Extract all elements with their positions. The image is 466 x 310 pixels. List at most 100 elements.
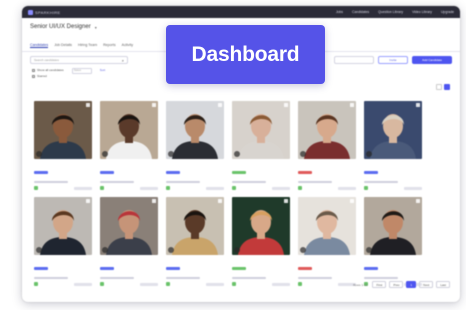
candidate-name[interactable] xyxy=(298,277,332,279)
candidate-photo[interactable] xyxy=(364,197,422,255)
review-link[interactable] xyxy=(206,186,224,190)
review-link[interactable] xyxy=(206,282,224,286)
candidate-photo[interactable] xyxy=(298,197,356,255)
candidate-card[interactable] xyxy=(100,101,158,190)
checkbox-icon[interactable] xyxy=(32,68,35,72)
candidate-card[interactable] xyxy=(298,101,356,190)
star-icon[interactable] xyxy=(284,103,288,107)
review-link[interactable] xyxy=(74,282,92,286)
review-link[interactable] xyxy=(140,186,158,190)
checkbox-icon[interactable] xyxy=(32,74,35,78)
candidate-name[interactable] xyxy=(34,181,68,183)
sort-link[interactable]: Sort xyxy=(100,68,106,72)
rating-icon xyxy=(232,282,236,286)
star-icon[interactable] xyxy=(218,103,222,107)
candidate-card[interactable] xyxy=(34,197,92,286)
filter-starred[interactable]: Starred xyxy=(32,74,64,78)
candidate-photo[interactable] xyxy=(166,197,224,255)
star-icon[interactable] xyxy=(152,199,156,203)
chevron-down-icon[interactable]: ▾ xyxy=(95,25,97,30)
top-nav-jobs[interactable]: Jobs xyxy=(336,10,343,14)
candidate-photo[interactable] xyxy=(100,101,158,159)
rating-icon xyxy=(34,282,38,286)
video-badge-icon xyxy=(300,151,306,157)
candidate-card[interactable] xyxy=(166,101,224,190)
candidate-name[interactable] xyxy=(232,181,266,183)
candidate-card[interactable] xyxy=(100,197,158,286)
candidate-photo[interactable] xyxy=(34,101,92,159)
pagination-label: Rows 1-12 xyxy=(353,282,368,287)
filter-show-all[interactable]: Show all candidates xyxy=(32,68,64,72)
list-view-icon[interactable] xyxy=(436,84,442,90)
status-badge xyxy=(298,267,312,270)
star-icon[interactable] xyxy=(350,199,354,203)
grid-view-icon[interactable] xyxy=(444,84,450,90)
star-icon[interactable] xyxy=(416,199,420,203)
candidate-meta xyxy=(232,161,290,190)
candidate-card[interactable] xyxy=(364,197,422,286)
filter-select[interactable] xyxy=(334,56,374,64)
candidate-name[interactable] xyxy=(364,277,398,279)
review-link[interactable] xyxy=(74,186,92,190)
candidate-card[interactable] xyxy=(232,197,290,286)
top-nav-question-library[interactable]: Question Library xyxy=(378,10,403,14)
invite-button[interactable]: Invite xyxy=(378,56,408,64)
tab-reports[interactable]: Reports xyxy=(103,43,116,48)
candidate-photo[interactable] xyxy=(232,197,290,255)
top-nav-candidates[interactable]: Candidates xyxy=(352,10,369,14)
review-link[interactable] xyxy=(338,186,356,190)
candidate-name[interactable] xyxy=(100,277,134,279)
status-badge xyxy=(298,171,312,174)
tab-activity[interactable]: Activity xyxy=(122,43,133,48)
last-page-button[interactable]: Last xyxy=(436,281,450,288)
next-page-button[interactable]: Next xyxy=(419,281,434,288)
candidate-card[interactable] xyxy=(166,197,224,286)
candidate-card[interactable] xyxy=(34,101,92,190)
star-icon[interactable] xyxy=(152,103,156,107)
star-icon[interactable] xyxy=(350,103,354,107)
candidate-actions xyxy=(166,282,224,286)
video-badge-icon xyxy=(366,151,372,157)
star-icon[interactable] xyxy=(218,199,222,203)
candidate-name[interactable] xyxy=(166,277,200,279)
search-input[interactable]: Search candidates ⌕ xyxy=(30,56,128,64)
top-nav-upgrade[interactable]: Upgrade xyxy=(441,10,454,14)
candidate-card[interactable] xyxy=(298,197,356,286)
logo[interactable]: SPARKHIRE xyxy=(28,9,61,15)
tab-candidates[interactable]: Candidates xyxy=(30,43,49,48)
candidate-name[interactable] xyxy=(166,181,200,183)
candidate-photo[interactable] xyxy=(166,101,224,159)
tab-job-details[interactable]: Job Details xyxy=(54,43,72,48)
review-link[interactable] xyxy=(404,186,422,190)
review-link[interactable] xyxy=(272,186,290,190)
star-icon[interactable] xyxy=(86,103,90,107)
candidate-photo[interactable] xyxy=(298,101,356,159)
status-select[interactable]: Status xyxy=(71,68,92,74)
candidate-name[interactable] xyxy=(100,181,134,183)
candidate-photo[interactable] xyxy=(34,197,92,255)
first-page-button[interactable]: First xyxy=(372,281,387,288)
candidate-photo[interactable] xyxy=(232,101,290,159)
candidate-name[interactable] xyxy=(232,277,266,279)
star-icon[interactable] xyxy=(284,199,288,203)
current-page-button[interactable]: 1 xyxy=(406,281,417,288)
candidate-meta xyxy=(34,161,92,190)
prev-page-button[interactable]: Prev xyxy=(389,281,404,288)
candidate-card[interactable] xyxy=(232,101,290,190)
review-link[interactable] xyxy=(272,282,290,286)
star-icon[interactable] xyxy=(416,103,420,107)
candidate-card[interactable] xyxy=(364,101,422,190)
candidate-name[interactable] xyxy=(364,181,398,183)
candidate-photo[interactable] xyxy=(364,101,422,159)
tab-hiring-team[interactable]: Hiring Team xyxy=(78,43,97,48)
candidate-name[interactable] xyxy=(298,181,332,183)
avatar xyxy=(34,197,92,255)
star-icon[interactable] xyxy=(86,199,90,203)
filter-show-all-label: Show all candidates xyxy=(37,68,64,72)
add-candidate-button[interactable]: Add Candidate xyxy=(412,56,452,64)
review-link[interactable] xyxy=(140,282,158,286)
candidate-actions xyxy=(166,186,224,190)
candidate-name[interactable] xyxy=(34,277,68,279)
candidate-photo[interactable] xyxy=(100,197,158,255)
top-nav-video-library[interactable]: Video Library xyxy=(412,10,432,14)
